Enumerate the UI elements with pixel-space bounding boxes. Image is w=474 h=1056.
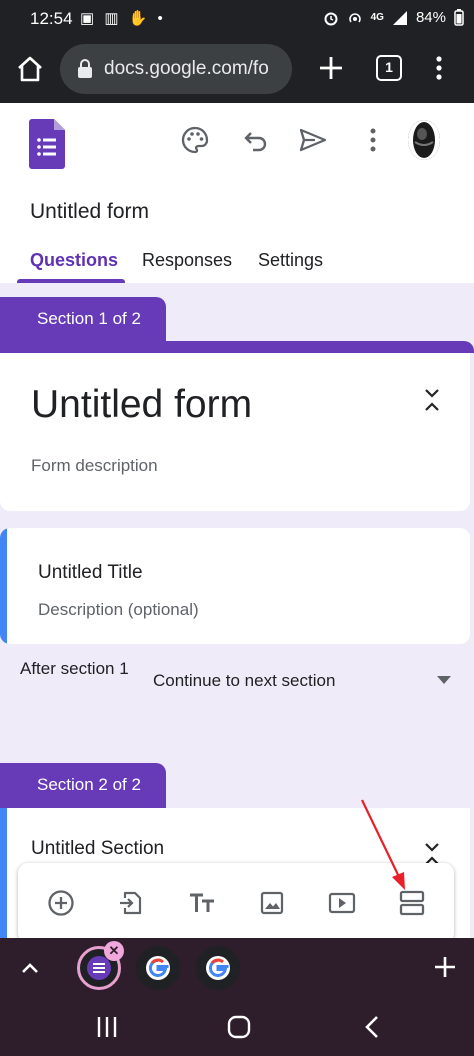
browser-toolbar: docs.google.com/fo 1 — [0, 37, 474, 103]
status-time: 12:54 — [30, 9, 73, 28]
form-canvas: Section 1 of 2 Untitled form Form descri… — [0, 283, 474, 938]
add-item-toolbar — [18, 863, 454, 943]
dropdown-arrow-icon[interactable] — [437, 676, 451, 684]
add-question-icon[interactable] — [47, 889, 75, 917]
more-options-icon[interactable] — [358, 125, 388, 155]
tab-google-1[interactable] — [136, 946, 180, 990]
section-navigation-select[interactable]: Continue to next section — [153, 671, 335, 691]
google-forms-logo-icon — [29, 119, 65, 169]
section-2-title[interactable]: Untitled Section — [31, 838, 164, 860]
back-icon[interactable] — [360, 1014, 388, 1040]
form-description[interactable]: Form description — [31, 456, 158, 476]
tab-questions[interactable]: Questions — [30, 250, 118, 271]
system-nav-bar — [0, 998, 474, 1056]
palette-icon[interactable] — [180, 125, 210, 155]
close-tab-button[interactable]: ✕ — [104, 941, 124, 961]
title-block-title[interactable]: Untitled Title — [38, 562, 143, 584]
form-name: Untitled form — [30, 200, 150, 223]
browser-menu-icon[interactable] — [426, 51, 452, 85]
account-avatar[interactable] — [408, 120, 440, 160]
url-text: docs.google.com/fo — [104, 58, 269, 79]
google-g-icon — [146, 956, 170, 980]
status-right: 4G 84% — [323, 9, 464, 26]
hotspot-icon — [348, 12, 361, 22]
status-notification-icons: ▣ ▥ ✋ • — [80, 10, 166, 27]
section-2-label: Section 2 of 2 — [0, 763, 166, 809]
add-video-icon[interactable] — [328, 889, 356, 917]
tab-bar: Questions Responses Settings — [0, 246, 474, 283]
address-bar[interactable]: docs.google.com/fo — [60, 44, 292, 94]
status-bar: 12:54 ▣ ▥ ✋ • 4G 84% — [0, 0, 474, 37]
after-section-label: After section 1 — [20, 659, 129, 678]
battery-icon — [454, 9, 464, 26]
section-1-header-card[interactable]: Untitled form Form description — [0, 353, 470, 511]
send-icon[interactable] — [298, 125, 328, 155]
forms-header: Untitled form Questions Responses Settin… — [0, 103, 474, 283]
add-image-icon[interactable] — [258, 889, 286, 917]
active-item-indicator — [0, 528, 7, 644]
undo-icon[interactable] — [241, 125, 271, 155]
network-type: 4G — [370, 12, 384, 23]
browser-tab-strip: ✕ — [0, 938, 474, 998]
section-1-bar — [0, 341, 474, 353]
alarm-icon — [324, 12, 338, 25]
lock-icon — [78, 59, 92, 78]
google-g-icon — [206, 956, 230, 980]
title-block-card[interactable]: Untitled Title Description (optional) — [0, 528, 470, 644]
collapse-section-icon[interactable] — [423, 386, 441, 414]
avatar-image-icon — [408, 120, 440, 160]
form-title[interactable]: Untitled form — [31, 383, 252, 427]
tab-responses[interactable]: Responses — [142, 250, 232, 271]
home-nav-icon[interactable] — [225, 1014, 253, 1040]
tab-google-2[interactable] — [196, 946, 240, 990]
add-title-icon[interactable] — [188, 889, 216, 917]
tab-switcher-button[interactable]: 1 — [376, 55, 402, 81]
tab-settings[interactable]: Settings — [258, 250, 323, 271]
section-1-label: Section 1 of 2 — [0, 297, 166, 343]
section-2-indicator — [0, 808, 7, 938]
recent-apps-icon[interactable] — [93, 1014, 121, 1040]
title-block-description[interactable]: Description (optional) — [38, 600, 199, 620]
battery-level: 84% — [415, 9, 446, 26]
chevron-up-icon[interactable] — [18, 956, 42, 980]
signal-icon — [392, 10, 407, 25]
import-questions-icon[interactable] — [117, 889, 145, 917]
add-tab-icon[interactable] — [432, 954, 458, 980]
add-section-icon[interactable] — [398, 889, 426, 917]
new-tab-icon[interactable] — [314, 51, 348, 85]
home-icon[interactable] — [14, 53, 46, 85]
